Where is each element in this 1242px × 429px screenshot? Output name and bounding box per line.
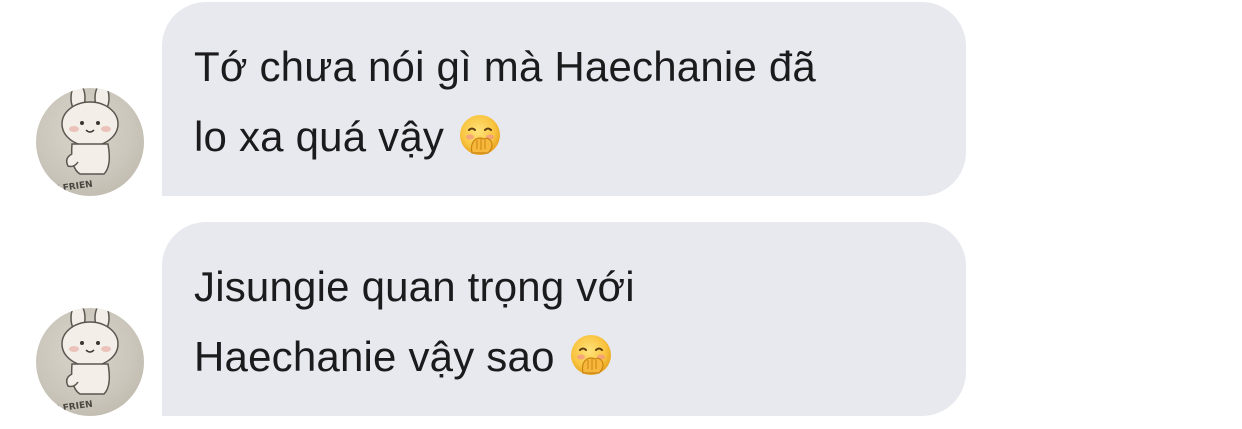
message-text-line-content: lo xa quá vậy	[194, 113, 445, 160]
message-text-line: lo xa quá vậy	[194, 102, 926, 172]
message-text-line: Jisungie quan trọng với	[194, 263, 635, 310]
bunny-avatar-icon: E FRIEN	[53, 88, 119, 195]
message-text-line-content: Haechanie vậy sao	[194, 333, 555, 380]
message-bubble[interactable]: Tớ chưa nói gì mà Haechanie đã lo xa quá…	[162, 2, 966, 196]
avatar[interactable]: E FRIEN	[36, 308, 144, 416]
message-bubble[interactable]: Jisungie quan trọng với Haechanie vậy sa…	[162, 222, 966, 416]
hand-over-mouth-emoji-icon	[570, 335, 611, 375]
svg-text:E FRIEN: E FRIEN	[53, 400, 93, 415]
message-row: E FRIEN Tớ chưa nói gì mà Haechanie đã l…	[0, 0, 1242, 200]
bunny-avatar-icon: E FRIEN	[53, 308, 119, 415]
hand-over-mouth-emoji-icon	[460, 115, 501, 155]
message-row: E FRIEN Jisungie quan trọng với Haechani…	[0, 220, 1242, 429]
message-text-line: Tớ chưa nói gì mà Haechanie đã	[194, 43, 816, 90]
svg-text:E FRIEN: E FRIEN	[53, 180, 93, 195]
message-text-line: Haechanie vậy sao	[194, 322, 926, 392]
avatar[interactable]: E FRIEN	[36, 88, 144, 196]
